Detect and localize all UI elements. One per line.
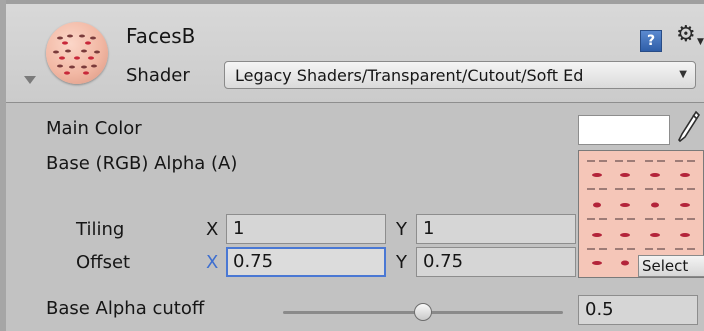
inspector-left-border xyxy=(0,0,6,331)
eyedropper-icon[interactable] xyxy=(676,110,701,148)
material-name: FacesB xyxy=(126,24,196,48)
offset-y-field[interactable]: 0.75 xyxy=(416,247,576,277)
base-texture-label: Base (RGB) Alpha (A) xyxy=(46,153,238,174)
gear-icon[interactable]: ⚙ xyxy=(676,24,696,46)
shader-dropdown-value: Legacy Shaders/Transparent/Cutout/Soft E… xyxy=(235,66,584,85)
offset-x-axis-label: X xyxy=(206,252,219,273)
alpha-cutoff-field[interactable]: 0.5 xyxy=(578,295,698,325)
tiling-x-axis-label: X xyxy=(206,219,219,240)
chevron-down-icon: ▼ xyxy=(679,69,687,80)
alpha-cutoff-slider-thumb[interactable] xyxy=(414,303,432,321)
tiling-y-axis-label: Y xyxy=(396,219,407,240)
main-color-label: Main Color xyxy=(46,118,142,139)
material-preview-sphere xyxy=(46,22,108,84)
shader-label: Shader xyxy=(126,65,190,86)
texture-select-button[interactable]: Select xyxy=(638,255,704,277)
foldout-arrow-icon[interactable] xyxy=(24,76,36,84)
gear-menu-caret-icon: ▼ xyxy=(697,37,704,47)
material-header: FacesB Shader Legacy Shaders/Transparent… xyxy=(0,0,704,103)
offset-x-field[interactable]: 0.75 xyxy=(226,247,386,277)
tiling-x-field[interactable]: 1 xyxy=(226,214,386,244)
header-top-border xyxy=(0,0,704,4)
main-color-swatch[interactable] xyxy=(578,115,670,145)
offset-y-axis-label: Y xyxy=(396,252,407,273)
help-book-icon[interactable]: ? xyxy=(640,30,662,52)
tiling-label: Tiling xyxy=(76,219,125,240)
shader-dropdown[interactable]: Legacy Shaders/Transparent/Cutout/Soft E… xyxy=(224,61,696,89)
offset-label: Offset xyxy=(76,252,131,273)
alpha-cutoff-label: Base Alpha cutoff xyxy=(46,298,205,319)
tiling-y-field[interactable]: 1 xyxy=(416,214,576,244)
